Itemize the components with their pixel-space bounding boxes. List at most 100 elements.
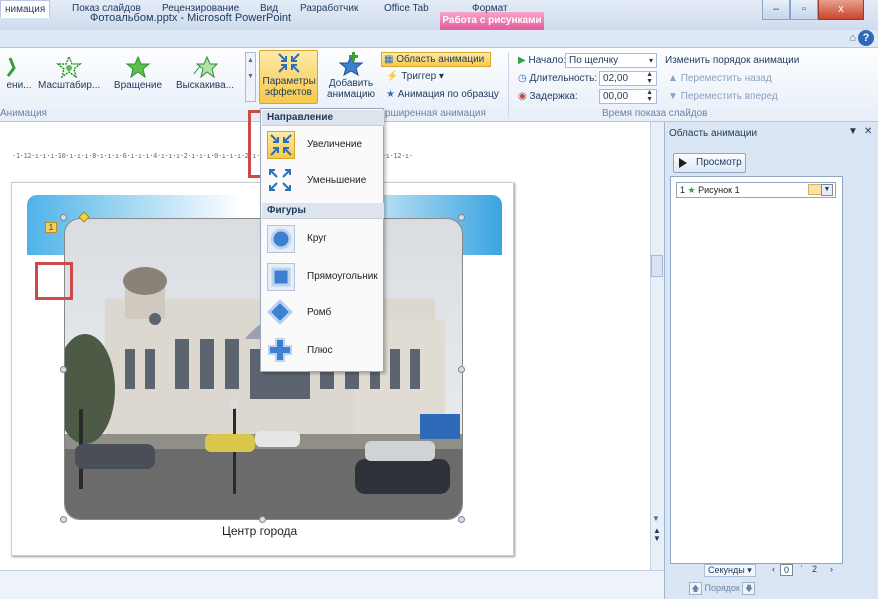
- delay-value: 00,00: [603, 91, 629, 102]
- resize-handle[interactable]: [60, 366, 67, 373]
- powerpoint-window: { "window": { "title": "Фотоальбом.pptx …: [0, 0, 878, 599]
- menu-header-direction: Направление: [262, 110, 384, 126]
- effect-star-icon: ★: [687, 185, 696, 195]
- trigger-icon: ⚡: [386, 71, 399, 82]
- tab-developer[interactable]: Разработчик: [296, 0, 362, 18]
- ribbon-tabs: [0, 30, 878, 48]
- resize-handle[interactable]: [60, 214, 67, 221]
- menu-item-plus[interactable]: Плюс: [263, 335, 383, 367]
- animation-pane-button[interactable]: ▦ Область анимации: [381, 52, 491, 67]
- gallery-effect-bounce[interactable]: Выскакива...: [170, 56, 240, 91]
- menu-item-label: Плюс: [307, 345, 333, 356]
- animation-order-tag[interactable]: 1: [45, 222, 57, 233]
- list-item-index: 1: [680, 185, 686, 195]
- chevron-down-icon: ▾: [648, 56, 653, 65]
- slide-caption[interactable]: Центр города: [222, 524, 297, 538]
- spinner-icon[interactable]: ▲ ▼: [646, 71, 653, 85]
- add-animation-label: Добавить анимацию: [327, 78, 375, 100]
- menu-item-label: Круг: [307, 233, 327, 244]
- animation-painter-button[interactable]: ★ Анимация по образцу: [386, 89, 499, 100]
- group-label-animation: Анимация: [0, 108, 47, 119]
- resize-handle[interactable]: [259, 516, 266, 523]
- duration-input[interactable]: 02,00 ▲ ▼: [599, 71, 657, 86]
- resize-handle[interactable]: [458, 214, 465, 221]
- move-earlier-label: Переместить назад: [680, 73, 772, 84]
- move-down-icon[interactable]: 🡇: [742, 582, 756, 595]
- resize-handle[interactable]: [458, 516, 465, 523]
- menu-item-box[interactable]: Прямоугольник: [263, 261, 383, 293]
- start-label-row: ▶ Начало:: [518, 55, 566, 66]
- effect-options-menu: Направление Увеличение Уменьшение Фигуры…: [260, 108, 384, 372]
- tab-office-tab[interactable]: Office Tab: [380, 0, 433, 18]
- duration-label-row: ◷ Длительность:: [518, 73, 597, 84]
- chevron-down-icon[interactable]: ▼: [821, 184, 833, 196]
- menu-item-in[interactable]: Увеличение: [263, 129, 383, 161]
- animation-pane-icon: ▦: [384, 54, 394, 65]
- pane-options-icon[interactable]: ▼: [848, 126, 858, 137]
- arrow-up-icon: ▲: [668, 73, 678, 84]
- arrow-down-icon: ▼: [668, 91, 678, 102]
- tab-slide-show[interactable]: Показ слайдов: [68, 0, 145, 18]
- delay-icon: ◉: [518, 91, 527, 102]
- timeline-row: Секунды ▾ ‹ 0 ˈ 2 ›: [676, 564, 860, 578]
- gallery-effect-spin[interactable]: Вращение: [110, 56, 166, 91]
- maximize-button[interactable]: ▫: [790, 0, 818, 20]
- effect-options-content[interactable]: Параметры эффектов: [259, 52, 318, 98]
- animation-painter-label: Анимация по образцу: [397, 89, 499, 100]
- add-animation-button[interactable]: Добавить анимацию: [322, 52, 380, 100]
- tab-review[interactable]: Рецензирование: [158, 0, 243, 18]
- vertical-scrollbar[interactable]: [650, 122, 664, 570]
- ribbon-separator: [508, 52, 509, 116]
- resize-handle[interactable]: [458, 366, 465, 373]
- annotation-box: [35, 262, 73, 300]
- tab-format[interactable]: Формат: [468, 0, 512, 18]
- reorder-title: Изменить порядок анимации: [665, 55, 800, 66]
- close-button[interactable]: x: [818, 0, 864, 20]
- zoom-right-icon[interactable]: ›: [830, 564, 833, 574]
- scrollbar-thumb[interactable]: [651, 255, 663, 277]
- minimize-button[interactable]: –: [762, 0, 790, 20]
- zoom-left-icon[interactable]: ‹: [772, 564, 775, 574]
- reorder-row: 🡅 Порядок 🡇: [689, 582, 756, 595]
- delay-label: Задержка:: [529, 91, 578, 102]
- start-select[interactable]: По щелчку ▾: [565, 53, 657, 68]
- horizontal-scrollbar[interactable]: [0, 570, 664, 599]
- add-animation-icon: [338, 52, 364, 76]
- gallery-item-label: ени...: [6, 80, 32, 91]
- gallery-item-label: Масштабир...: [38, 80, 101, 91]
- menu-item-out[interactable]: Уменьшение: [263, 165, 383, 197]
- seconds-dropdown[interactable]: Секунды ▾: [704, 564, 756, 577]
- move-earlier-button[interactable]: ▲ Переместить назад: [668, 73, 772, 84]
- tab-view[interactable]: Вид: [256, 0, 282, 18]
- gallery-effect-zoom[interactable]: Масштабир...: [38, 56, 100, 91]
- prev-slide-icon[interactable]: ▲ ▼: [653, 527, 661, 543]
- collapse-ribbon-icon[interactable]: ⌂: [849, 32, 856, 44]
- trigger-button[interactable]: ⚡ Триггер ▾: [386, 71, 444, 82]
- zoom-out-icon: [267, 167, 295, 195]
- help-icon[interactable]: ?: [858, 30, 874, 46]
- close-icon[interactable]: ✕: [864, 126, 872, 137]
- menu-item-diamond[interactable]: Ромб: [263, 297, 383, 329]
- animation-pane-title: Область анимации: [669, 128, 758, 139]
- scroll-down-icon[interactable]: ▼: [652, 514, 660, 523]
- gallery-scroll[interactable]: ▲ ▼: [245, 52, 256, 102]
- preview-label: Просмотр: [696, 157, 742, 168]
- menu-item-circle[interactable]: Круг: [263, 223, 383, 255]
- menu-item-label: Уменьшение: [307, 175, 367, 186]
- animation-painter-icon: ★: [386, 89, 395, 100]
- move-up-icon[interactable]: 🡅: [689, 582, 702, 595]
- move-later-label: Переместить вперед: [680, 91, 778, 102]
- gallery-effect-partial[interactable]: ени...: [0, 56, 38, 91]
- tab-animations[interactable]: нимация: [0, 0, 51, 18]
- duration-label: Длительность:: [529, 73, 598, 84]
- clock-icon: ◷: [518, 73, 527, 84]
- trigger-label: Триггер: [401, 71, 437, 82]
- resize-handle[interactable]: [60, 516, 67, 523]
- bounce-star-icon: [193, 56, 218, 78]
- move-later-button[interactable]: ▼ Переместить вперед: [668, 91, 778, 102]
- spinner-icon[interactable]: ▲ ▼: [646, 89, 653, 103]
- delay-input[interactable]: 00,00 ▲ ▼: [599, 89, 657, 104]
- timeline-end: 2: [812, 564, 818, 574]
- timeline-tick: ˈ: [800, 564, 803, 574]
- menu-item-label: Ромб: [307, 307, 332, 318]
